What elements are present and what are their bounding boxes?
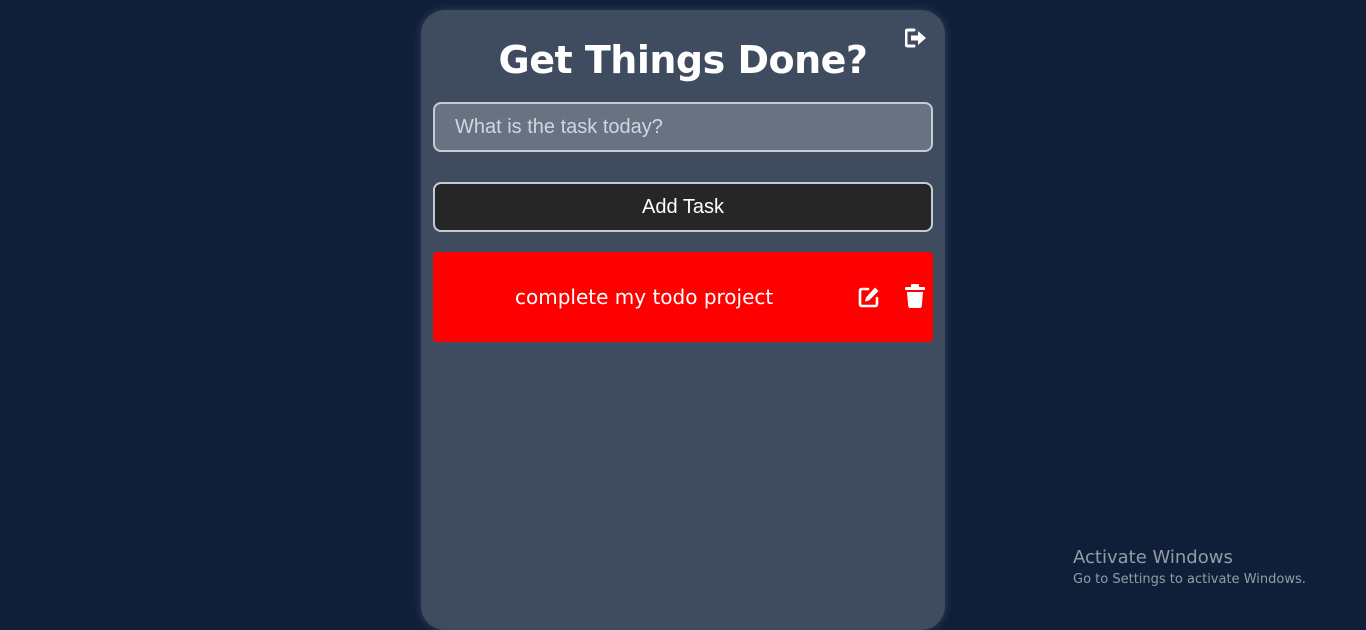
windows-activation-watermark: Activate Windows Go to Settings to activ… [1073, 546, 1306, 590]
watermark-title: Activate Windows [1073, 547, 1233, 568]
todo-item-text: complete my todo project [515, 285, 774, 309]
edit-icon[interactable] [857, 285, 881, 309]
todo-card: Get Things Done? Add Task complete my to… [421, 10, 945, 630]
task-input[interactable] [433, 102, 933, 152]
add-task-button[interactable]: Add Task [433, 182, 933, 232]
todo-item: complete my todo project [433, 252, 933, 342]
watermark-subtitle: Go to Settings to activate Windows. [1073, 572, 1306, 587]
trash-icon[interactable] [905, 284, 925, 308]
page-title: Get Things Done? [498, 38, 868, 82]
